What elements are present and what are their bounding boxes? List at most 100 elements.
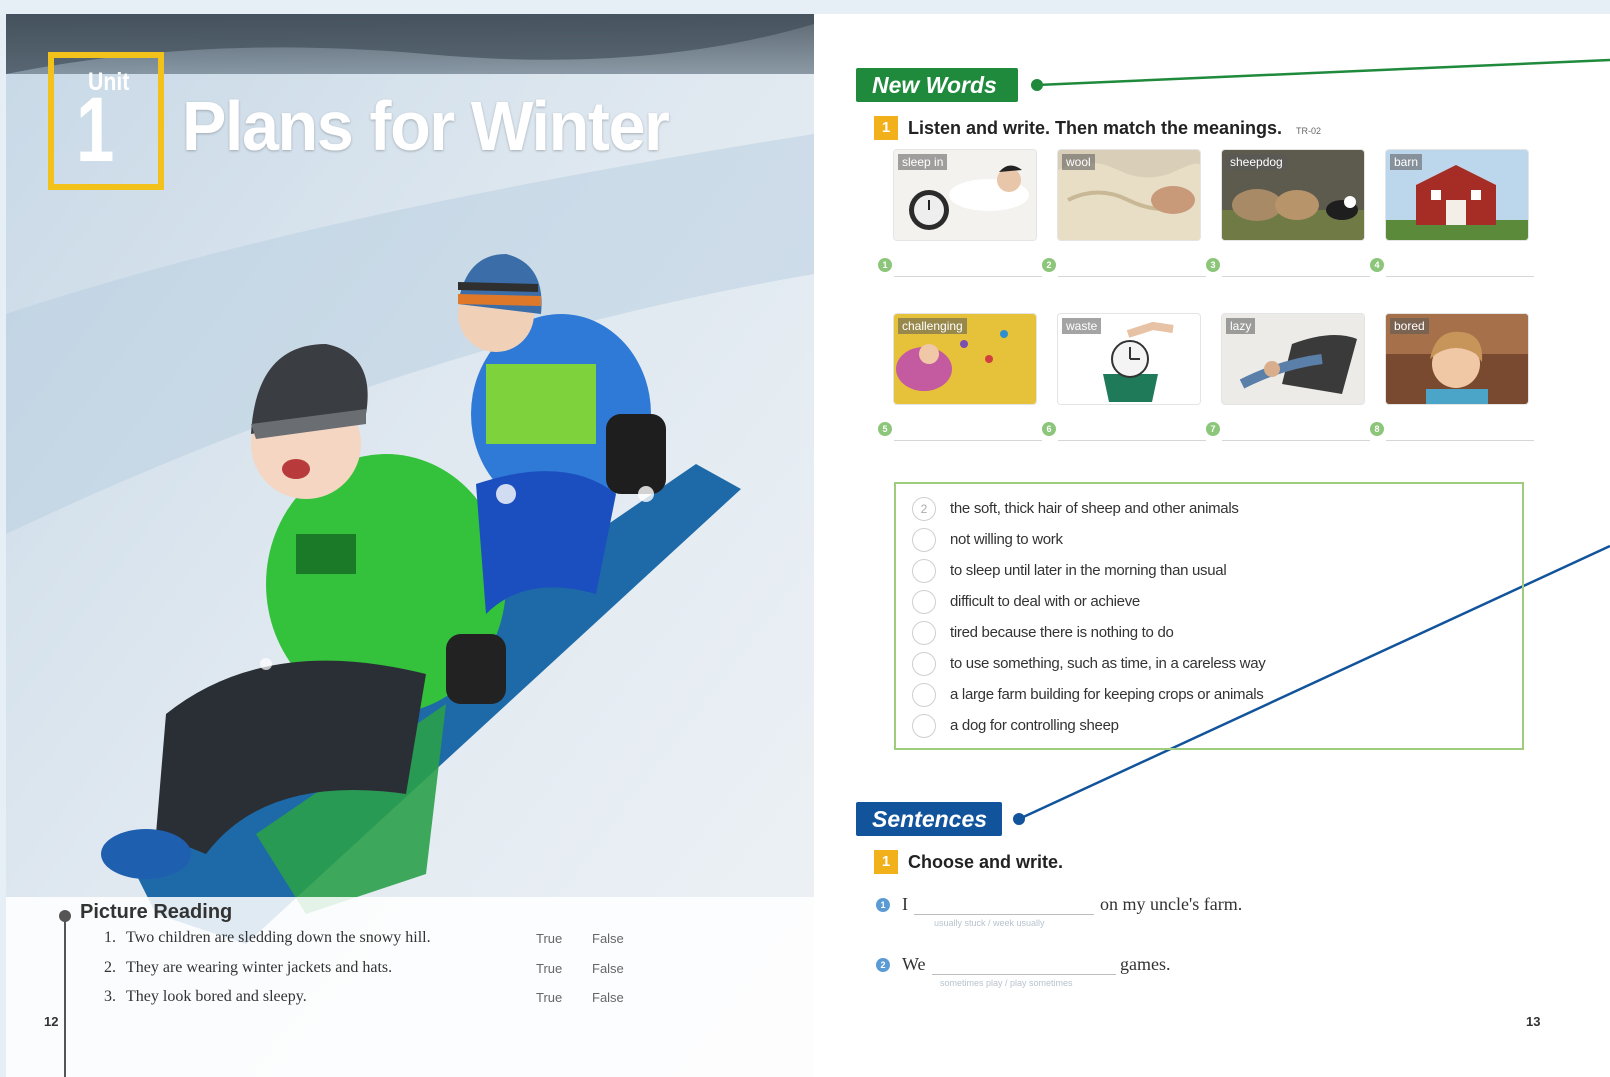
picture-reading-item: 3. They look bored and sleepy. True Fals… [104,988,664,1010]
item-text: Two children are sledding down the snowy… [126,929,431,946]
sentence-number: 1 [876,898,890,912]
word-label: challenging [898,318,967,334]
answer-circle[interactable] [912,559,936,583]
item-number: 3. [104,988,116,1005]
audio-track-label[interactable]: TR-02 [1296,126,1321,136]
meanings-box: 2 the soft, thick hair of sheep and othe… [894,482,1524,750]
word-label: wool [1062,154,1095,170]
page-number-right: 13 [1526,1014,1541,1029]
item-text: They are wearing winter jackets and hats… [126,959,393,976]
new-words-heading: New Words [856,68,1018,102]
sentence-end: games. [1120,954,1171,974]
meaning-text: a dog for controlling sheep [950,717,1119,734]
true-option[interactable]: True [536,990,562,1005]
meaning-text: the soft, thick hair of sheep and other … [950,500,1239,517]
meaning-text: a large farm building for keeping crops … [950,686,1264,703]
answer-blank[interactable] [1058,440,1206,441]
new-words-connector [1036,58,1610,87]
picture-reading-title: Picture Reading [80,901,233,923]
answer-number: 7 [1206,422,1220,436]
answer-circle[interactable] [912,652,936,676]
answer-circle[interactable] [912,683,936,707]
answer-blank[interactable] [1222,440,1370,441]
sentence-blank[interactable] [914,914,1094,915]
answer-number: 5 [878,422,892,436]
meaning-row: to use something, such as time, in a car… [912,651,1502,677]
left-page: Unit 1 Plans for Winter Picture Reading … [6,14,814,1077]
answer-circle[interactable]: 2 [912,497,936,521]
meaning-text: to use something, such as time, in a car… [950,655,1266,672]
word-card-sleep-in: sleep in [894,150,1036,240]
answer-blank[interactable] [894,440,1042,441]
word-label: bored [1390,318,1429,334]
sentence-end: on my uncle's farm. [1100,894,1243,914]
sentence-start: We [902,954,926,974]
false-option[interactable]: False [592,931,624,946]
false-option[interactable]: False [592,990,624,1005]
item-number: 1. [104,929,116,946]
false-option[interactable]: False [592,961,624,976]
answer-blank[interactable] [1058,276,1206,277]
answer-number: 4 [1370,258,1384,272]
word-label: barn [1390,154,1423,170]
meaning-row: tired because there is nothing to do [912,620,1502,646]
item-text: They look bored and sleepy. [126,988,307,1005]
answer-circle[interactable] [912,528,936,552]
meaning-row: not willing to work [912,527,1502,553]
word-label: sleep in [898,154,948,170]
meaning-row: 2 the soft, thick hair of sheep and othe… [912,496,1502,522]
meaning-text: not willing to work [950,531,1063,548]
word-card-challenging: challenging [894,314,1036,404]
meaning-text: to sleep until later in the morning than… [950,562,1227,579]
meaning-row: a dog for controlling sheep [912,713,1502,739]
meaning-text: tired because there is nothing to do [950,624,1174,641]
picture-reading-panel: Picture Reading 1. Two children are sled… [6,897,814,1077]
answer-circle[interactable] [912,621,936,645]
picture-reading-item: 2. They are wearing winter jackets and h… [104,959,664,981]
answer-blank[interactable] [1222,276,1370,277]
new-words-connector-dot [1031,79,1043,91]
answer-blank[interactable] [894,276,1042,277]
picture-reading-bullet [59,910,71,922]
sentence-number: 2 [876,958,890,972]
right-page: New Words 1 Listen and write. Then match… [814,14,1610,1077]
word-label: waste [1062,318,1102,334]
word-card-lazy: lazy [1222,314,1364,404]
meaning-row: to sleep until later in the morning than… [912,558,1502,584]
sentence-blank[interactable] [932,974,1116,975]
picture-reading-rule [64,915,66,1077]
textbook-spread: Unit 1 Plans for Winter Picture Reading … [0,0,1610,1077]
word-card-barn: barn [1386,150,1528,240]
exercise-number-badge: 1 [874,116,898,140]
sentences-connector-dot [1013,813,1025,825]
word-label: sheepdog [1226,154,1287,170]
meaning-text: difficult to deal with or achieve [950,593,1140,610]
answer-blank[interactable] [1386,276,1534,277]
answer-blank[interactable] [1386,440,1534,441]
unit-badge: Unit 1 [48,52,164,190]
answer-circle[interactable] [912,714,936,738]
true-option[interactable]: True [536,961,562,976]
meaning-row: a large farm building for keeping crops … [912,682,1502,708]
answer-number: 2 [1042,258,1056,272]
sentence-start: I [902,894,908,914]
sentences-heading: Sentences [856,802,1002,836]
answer-number: 8 [1370,422,1384,436]
answer-number: 3 [1206,258,1220,272]
sentence-hint: usually stuck / week usually [934,918,1045,928]
sentences-instruction: Choose and write. [908,852,1064,872]
answer-number: 6 [1042,422,1056,436]
picture-reading-item: 1. Two children are sledding down the sn… [104,929,664,951]
word-card-wool: wool [1058,150,1200,240]
unit-title: Plans for Winter [182,87,670,165]
unit-number: 1 [76,79,115,181]
true-option[interactable]: True [536,931,562,946]
new-words-instruction: Listen and write. Then match the meaning… [908,118,1283,138]
exercise-number-badge: 1 [874,850,898,874]
meaning-row: difficult to deal with or achieve [912,589,1502,615]
sentence-hint: sometimes play / play sometimes [940,978,1073,988]
answer-circle[interactable] [912,590,936,614]
page-number-left: 12 [44,1014,59,1029]
word-card-bored: bored [1386,314,1528,404]
answer-number: 1 [878,258,892,272]
